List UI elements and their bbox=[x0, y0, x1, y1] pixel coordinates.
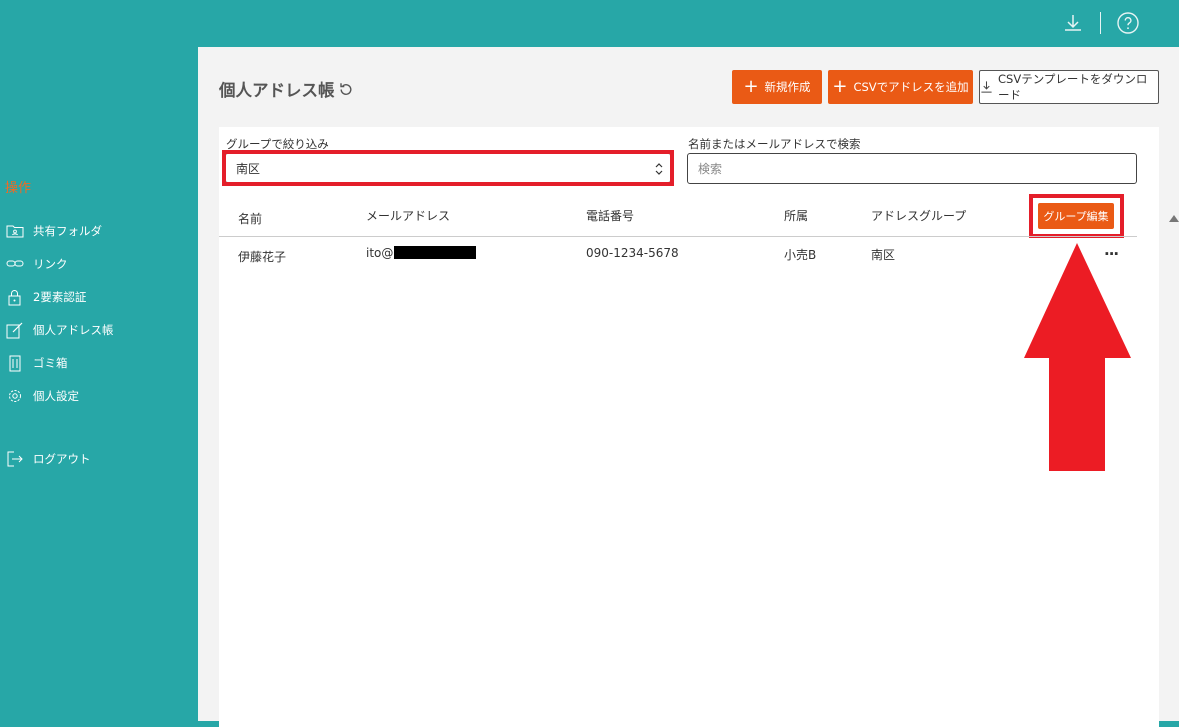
sidebar-item-label: 2要素認証 bbox=[33, 290, 87, 304]
cell-affiliation: 小売B bbox=[784, 248, 817, 262]
column-header-address-group: アドレスグループ bbox=[871, 209, 967, 223]
edit-icon bbox=[6, 322, 23, 339]
column-header-email: メールアドレス bbox=[366, 209, 451, 223]
sidebar-item-label: 個人設定 bbox=[33, 389, 79, 403]
scroll-up-arrow-icon[interactable] bbox=[1169, 215, 1179, 222]
refresh-icon[interactable] bbox=[338, 81, 354, 97]
help-circle-icon[interactable] bbox=[1116, 11, 1140, 35]
table-row[interactable]: 伊藤花子 ito@ 090-1234-5678 小売B 南区 ... bbox=[219, 237, 1137, 271]
download-icon[interactable] bbox=[1061, 11, 1085, 35]
shared-folder-icon bbox=[6, 225, 24, 238]
csv-add-button[interactable]: + CSVでアドレスを追加 bbox=[828, 70, 973, 104]
sidebar-item-logout[interactable]: ログアウト bbox=[6, 449, 91, 469]
csv-add-button-label: CSVでアドレスを追加 bbox=[853, 80, 969, 94]
logout-icon bbox=[7, 451, 23, 467]
column-header-affiliation: 所属 bbox=[784, 209, 809, 223]
plus-icon: + bbox=[832, 76, 848, 97]
cell-email-text: ito@ bbox=[366, 246, 394, 260]
select-arrows-icon bbox=[655, 163, 663, 175]
top-bar-divider bbox=[1100, 12, 1101, 34]
cell-name: 伊藤花子 bbox=[238, 250, 287, 264]
gear-icon bbox=[9, 390, 21, 402]
page-title: 個人アドレス帳 bbox=[219, 77, 354, 101]
sidebar: 操作 共有フォルダ リンク 2要素認証 個人アドレス帳 ゴミ箱 個人設定 ログア… bbox=[0, 47, 198, 721]
sidebar-item-label: ゴミ箱 bbox=[33, 356, 68, 370]
sidebar-item-personal-settings[interactable]: 個人設定 bbox=[6, 386, 79, 406]
plus-icon: + bbox=[743, 76, 759, 97]
column-header-name: 名前 bbox=[238, 212, 263, 226]
column-header-phone: 電話番号 bbox=[586, 209, 635, 223]
address-list-card: グループで絞り込み 南区 名前またはメールアドレスで検索 名前 メールアドレス … bbox=[219, 127, 1179, 727]
sidebar-item-shared-folder[interactable]: 共有フォルダ bbox=[6, 221, 102, 241]
lock-icon bbox=[8, 290, 21, 306]
search-input[interactable] bbox=[687, 153, 1137, 184]
top-bar bbox=[0, 0, 1179, 47]
trash-icon bbox=[9, 355, 21, 372]
link-icon bbox=[6, 260, 24, 267]
csv-template-download-button[interactable]: CSVテンプレートをダウンロード bbox=[979, 70, 1159, 104]
cell-phone: 090-1234-5678 bbox=[586, 246, 679, 260]
group-filter-select[interactable]: 南区 bbox=[225, 153, 671, 183]
cell-address-group: 南区 bbox=[871, 248, 896, 262]
email-redaction-bar bbox=[394, 246, 477, 259]
group-filter-value: 南区 bbox=[236, 161, 261, 176]
group-filter-label: グループで絞り込み bbox=[226, 137, 329, 151]
group-edit-button[interactable]: グループ編集 bbox=[1038, 203, 1114, 229]
page-title-text: 個人アドレス帳 bbox=[219, 81, 335, 100]
new-button[interactable]: + 新規作成 bbox=[732, 70, 822, 104]
sidebar-heading: 操作 bbox=[5, 181, 32, 196]
download-icon bbox=[981, 81, 992, 93]
sidebar-item-two-factor[interactable]: 2要素認証 bbox=[6, 287, 86, 307]
sidebar-item-label: ログアウト bbox=[33, 452, 91, 466]
sidebar-item-link[interactable]: リンク bbox=[6, 254, 68, 274]
search-label: 名前またはメールアドレスで検索 bbox=[688, 137, 861, 151]
sidebar-item-label: 共有フォルダ bbox=[33, 224, 102, 238]
sidebar-item-label: リンク bbox=[33, 257, 68, 271]
sidebar-item-address-book[interactable]: 個人アドレス帳 bbox=[6, 320, 114, 340]
annotation-arrow-icon bbox=[1024, 243, 1131, 471]
sidebar-item-label: 個人アドレス帳 bbox=[33, 323, 114, 337]
cell-email: ito@ bbox=[366, 246, 477, 260]
csv-template-button-label: CSVテンプレートをダウンロード bbox=[998, 72, 1148, 102]
new-button-label: 新規作成 bbox=[764, 80, 811, 94]
sidebar-item-trash[interactable]: ゴミ箱 bbox=[6, 353, 68, 373]
